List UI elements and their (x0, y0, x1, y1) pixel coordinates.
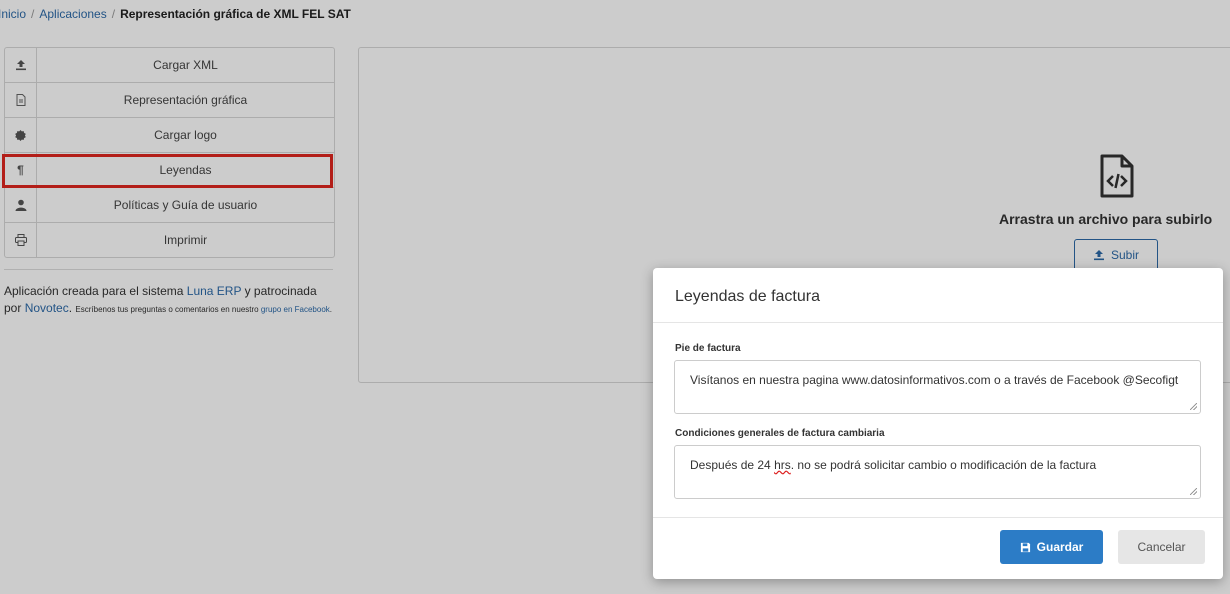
pie-factura-textarea[interactable]: Visítanos en nuestra pagina www.datosinf… (674, 360, 1201, 414)
condiciones-value-b: hrs (774, 458, 791, 472)
save-button-label: Guardar (1036, 540, 1084, 554)
floppy-icon (1020, 542, 1030, 552)
cancel-button[interactable]: Cancelar (1118, 530, 1205, 564)
condiciones-label: Condiciones generales de factura cambiar… (675, 428, 885, 439)
pie-factura-label: Pie de factura (675, 343, 741, 354)
condiciones-textarea[interactable]: Después de 24 hrs. no se podrá solicitar… (674, 445, 1201, 499)
modal-title: Leyendas de factura (675, 288, 820, 305)
condiciones-value-c: . no se podrá solicitar cambio o modific… (790, 458, 1097, 472)
resize-grip-icon[interactable] (1190, 403, 1197, 410)
modal-footer-divider (653, 517, 1223, 518)
pie-factura-value: Visítanos en nuestra pagina www.datosinf… (690, 373, 1179, 387)
condiciones-value-a: Después de 24 (690, 458, 775, 472)
modal-header-divider (653, 322, 1223, 323)
save-button[interactable]: Guardar (1000, 530, 1103, 564)
cancel-button-label: Cancelar (1137, 540, 1186, 554)
resize-grip-icon[interactable] (1190, 488, 1197, 495)
leyendas-modal: Leyendas de factura Pie de factura Visít… (653, 268, 1223, 579)
